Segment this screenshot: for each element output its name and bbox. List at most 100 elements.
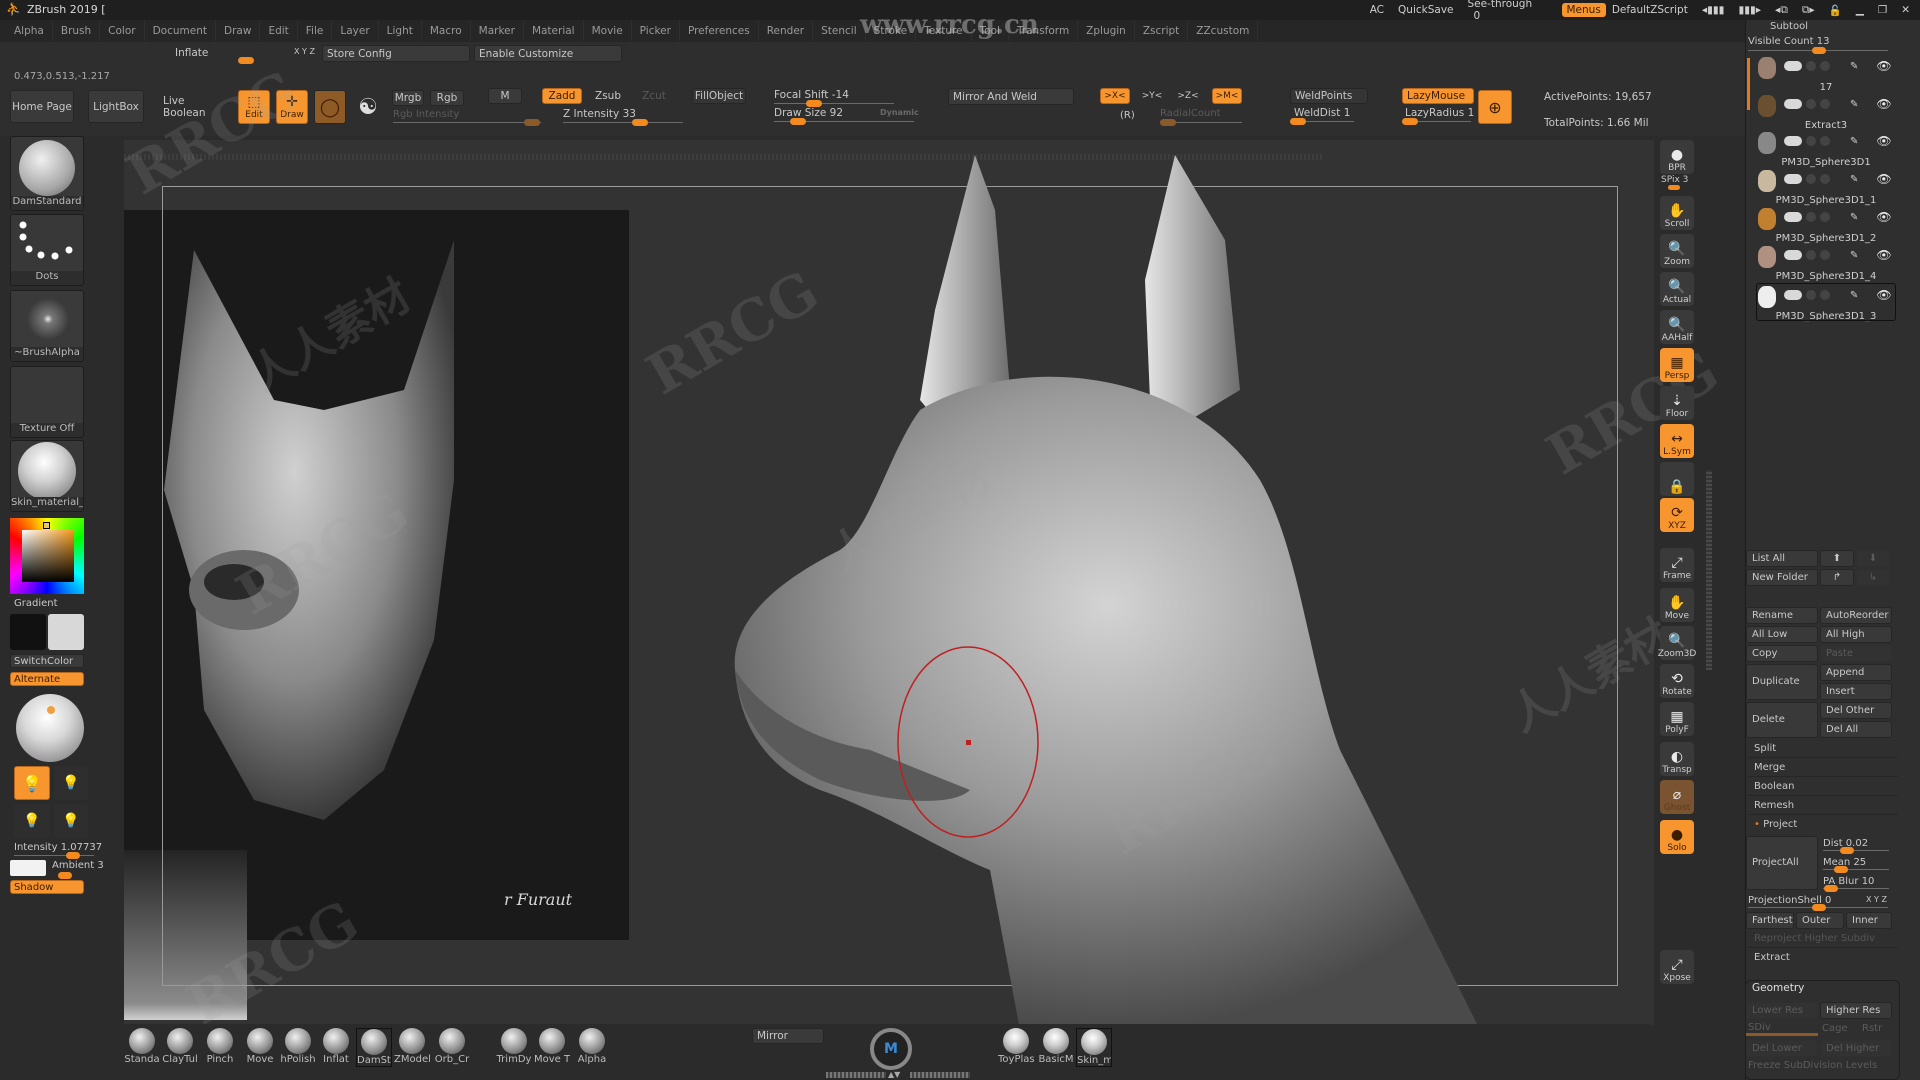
menu-material[interactable]: Material <box>524 21 584 41</box>
geometry-header[interactable]: Geometry <box>1752 982 1804 994</box>
polypaint-toggle-icon[interactable] <box>1806 136 1816 146</box>
mask-toggle-icon[interactable] <box>1820 136 1830 146</box>
brush-slot[interactable]: Move T <box>534 1028 570 1065</box>
projection-shell-knob[interactable] <box>1812 904 1826 911</box>
all-low-button[interactable]: All Low <box>1746 626 1818 643</box>
inflate-slider-knob[interactable] <box>238 57 254 64</box>
spix-knob[interactable] <box>1668 185 1680 190</box>
mrgb-button[interactable]: Mrgb <box>392 90 424 106</box>
close-icon[interactable]: ✕ <box>1901 4 1910 16</box>
menu-alpha[interactable]: Alpha <box>6 21 53 41</box>
quicksave-button[interactable]: QuickSave <box>1398 4 1453 16</box>
sdiv-slider[interactable] <box>1746 1033 1818 1036</box>
scroll-button[interactable]: ✋ Scroll <box>1660 196 1694 230</box>
rotate-mode-button[interactable]: ☯ <box>352 90 384 124</box>
live-boolean-button[interactable]: Live Boolean <box>162 90 230 123</box>
pa-blur-knob[interactable] <box>1824 885 1838 892</box>
mirror-and-weld-button[interactable]: Mirror And Weld <box>948 88 1074 105</box>
zadd-button[interactable]: Zadd <box>542 88 582 104</box>
subtool-item[interactable]: ✎ 👁 PM3D_Sphere3D1 <box>1756 130 1896 168</box>
menus-button[interactable]: Menus <box>1561 3 1606 17</box>
brush-edit-icon[interactable]: ✎ <box>1850 136 1858 147</box>
menu-edit[interactable]: Edit <box>260 21 298 41</box>
eye-visibility-icon[interactable]: 👁 <box>1876 172 1891 186</box>
auto-reorder-button[interactable]: AutoReorder <box>1820 607 1892 624</box>
polypaint-toggle-icon[interactable] <box>1806 250 1816 260</box>
dog-sculpt-model[interactable] <box>720 150 1480 1030</box>
switch-color-button[interactable]: SwitchColor <box>10 654 84 668</box>
subtool-toggle[interactable] <box>1784 212 1802 222</box>
copy-button[interactable]: Copy <box>1746 645 1818 662</box>
menu-transform[interactable]: Transform <box>1009 21 1079 41</box>
subtool-item[interactable]: ✎ 👁 PM3D_Sphere3D1_4 <box>1756 244 1896 282</box>
floor-button[interactable]: ⇣ Floor <box>1660 386 1694 420</box>
window-layout-right-icon[interactable]: ⧉▸ <box>1802 4 1815 17</box>
draw-size-knob[interactable] <box>790 118 806 125</box>
visible-count-knob[interactable] <box>1812 47 1826 54</box>
weld-dist-knob[interactable] <box>1290 118 1306 125</box>
subtool-scroll-indicator[interactable] <box>1747 58 1750 110</box>
project-section[interactable]: • Project <box>1748 816 1898 834</box>
light-2-button[interactable]: 💡 <box>54 766 88 800</box>
tray-toggle-icon[interactable]: ▲▼ <box>888 1070 908 1079</box>
ghost-button[interactable]: ⌀ Ghost <box>1660 780 1694 814</box>
menu-macro[interactable]: Macro <box>422 21 471 41</box>
default-zscript-button[interactable]: DefaultZScript <box>1612 4 1688 16</box>
brush-slot[interactable]: Inflat <box>318 1028 354 1065</box>
subtool-toggle[interactable] <box>1784 61 1802 71</box>
solo-button[interactable]: ● Solo <box>1660 820 1694 854</box>
eye-visibility-icon[interactable]: 👁 <box>1876 59 1891 73</box>
del-all-button[interactable]: Del All <box>1820 721 1892 738</box>
radial-count-knob[interactable] <box>1160 119 1176 126</box>
subtool-toggle[interactable] <box>1784 99 1802 109</box>
rename-button[interactable]: Rename <box>1746 607 1818 624</box>
subtool-item[interactable]: ✎ 👁 17 <box>1756 55 1896 93</box>
enable-customize-button[interactable]: Enable Customize <box>474 45 622 62</box>
edit-button[interactable]: ⬚ Edit <box>238 90 270 124</box>
polypaint-toggle-icon[interactable] <box>1806 61 1816 71</box>
projection-shell-xyz[interactable]: X Y Z <box>1866 895 1887 904</box>
menu-preferences[interactable]: Preferences <box>680 21 759 41</box>
del-higher-button[interactable]: Del Higher <box>1820 1040 1892 1057</box>
polypaint-toggle-icon[interactable] <box>1806 99 1816 109</box>
subtool-header[interactable]: Subtool <box>1770 21 1808 32</box>
zcut-button[interactable]: Zcut <box>634 88 674 104</box>
aahalf-button[interactable]: 🔍 AAHalf <box>1660 310 1694 344</box>
menu-zzcustom[interactable]: ZZcustom <box>1188 21 1259 41</box>
brush-edit-icon[interactable]: ✎ <box>1850 250 1858 261</box>
zsub-button[interactable]: Zsub <box>588 88 628 104</box>
light-placement-sphere[interactable] <box>16 694 84 762</box>
mean-knob[interactable] <box>1834 866 1848 873</box>
material-slot[interactable]: Skin_m <box>1076 1028 1112 1067</box>
delete-button[interactable]: Delete <box>1746 702 1818 738</box>
material-slot[interactable]: ToyPlas <box>998 1028 1034 1065</box>
brush-slot[interactable]: Pinch <box>202 1028 238 1065</box>
mask-toggle-icon[interactable] <box>1820 99 1830 109</box>
menu-document[interactable]: Document <box>145 21 216 41</box>
menu-color[interactable]: Color <box>100 21 145 41</box>
expand-ui-icon[interactable]: ▮▮▮▸ <box>1738 4 1761 16</box>
menu-light[interactable]: Light <box>379 21 422 41</box>
menu-marker[interactable]: Marker <box>471 21 524 41</box>
secondary-color-swatch[interactable] <box>48 614 84 650</box>
brush-slot[interactable]: ClayTul <box>162 1028 198 1065</box>
dynamesh-brush-button[interactable]: ⊕ <box>1478 90 1512 124</box>
new-folder-button[interactable]: New Folder <box>1746 569 1818 586</box>
menu-stencil[interactable]: Stencil <box>813 21 866 41</box>
polypaint-toggle-icon[interactable] <box>1806 212 1816 222</box>
zoom-button[interactable]: 🔍 Zoom <box>1660 234 1694 268</box>
bottom-tray-handle-left[interactable] <box>826 1072 886 1078</box>
extract-section[interactable]: Extract <box>1748 949 1898 967</box>
window-layout-left-icon[interactable]: ◂⧉ <box>1775 4 1788 17</box>
brush-slot[interactable]: Orb_Cr <box>434 1028 470 1065</box>
dynamic-toggle[interactable]: Dynamic <box>880 108 919 117</box>
move-down-button[interactable]: ⬇ <box>1856 550 1890 567</box>
menu-render[interactable]: Render <box>759 21 814 41</box>
folder-out-button[interactable]: ↳ <box>1856 569 1890 586</box>
main-color-swatch[interactable] <box>10 614 46 650</box>
brush-edit-icon[interactable]: ✎ <box>1850 174 1858 185</box>
inner-button[interactable]: Inner <box>1846 912 1892 929</box>
merge-section[interactable]: Merge <box>1748 759 1898 777</box>
polyf-button[interactable]: ▦ PolyF <box>1660 702 1694 736</box>
del-other-button[interactable]: Del Other <box>1820 702 1892 719</box>
